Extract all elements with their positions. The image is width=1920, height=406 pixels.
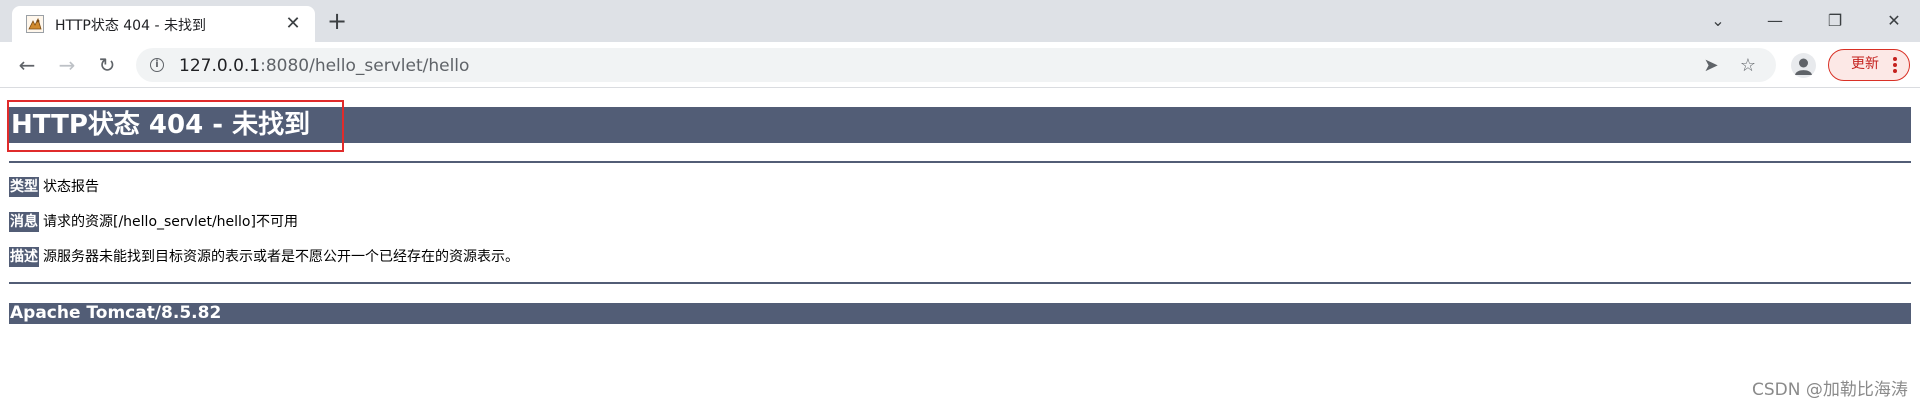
send-icon[interactable]: ➤ — [1700, 55, 1722, 77]
forward-arrow-icon[interactable]: → — [52, 50, 82, 80]
tab-search-chevron-icon[interactable]: ⌄ — [1703, 8, 1733, 34]
message-value: 请求的资源[/hello_servlet/hello]不可用 — [43, 214, 298, 230]
server-version-footer: Apache Tomcat/8.5.82 — [9, 303, 1911, 324]
browser-tab[interactable]: HTTP状态 404 - 未找到 ✕ — [12, 6, 315, 42]
watermark: CSDN @加勒比海涛 — [1752, 380, 1908, 400]
type-value: 状态报告 — [43, 179, 99, 195]
window-close-icon[interactable]: ✕ — [1879, 8, 1909, 34]
minimize-icon[interactable]: — — [1760, 8, 1790, 34]
profile-avatar-icon[interactable] — [1791, 53, 1816, 78]
browser-toolbar: ← → ↻ i 127.0.0.1:8080/hello_servlet/hel… — [0, 42, 1920, 88]
back-arrow-icon[interactable]: ← — [12, 50, 42, 80]
url-path: :8080/hello_servlet/hello — [260, 56, 470, 76]
divider — [9, 161, 1911, 163]
reload-icon[interactable]: ↻ — [92, 50, 122, 80]
divider — [9, 282, 1911, 284]
tomcat-icon — [26, 15, 44, 33]
site-info-icon[interactable]: i — [150, 58, 164, 72]
url-host: 127.0.0.1 — [179, 56, 261, 76]
type-label: 类型 — [9, 177, 39, 197]
restore-icon[interactable]: ❐ — [1820, 8, 1850, 34]
page-content: HTTP状态 404 - 未找到 类型 状态报告 消息 请求的资源[/hello_s… — [0, 89, 1920, 406]
menu-kebab-icon[interactable] — [1893, 57, 1899, 73]
bookmark-star-icon[interactable]: ☆ — [1737, 55, 1759, 77]
tab-title: HTTP状态 404 - 未找到 — [55, 18, 206, 34]
update-button-label: 更新 — [1851, 56, 1879, 72]
description-label: 描述 — [9, 247, 39, 267]
tab-close-icon[interactable]: ✕ — [283, 14, 303, 34]
address-bar[interactable]: i 127.0.0.1:8080/hello_servlet/hello ➤ ☆ — [136, 48, 1776, 82]
message-row: 消息 请求的资源[/hello_servlet/hello]不可用 — [9, 212, 298, 232]
type-row: 类型 状态报告 — [9, 177, 99, 197]
highlight-box — [7, 100, 344, 152]
url-text[interactable]: 127.0.0.1:8080/hello_servlet/hello — [179, 56, 469, 76]
description-value: 源服务器未能找到目标资源的表示或者是不愿公开一个已经存在的资源表示。 — [43, 249, 519, 265]
tab-strip: HTTP状态 404 - 未找到 ✕ + ⌄ — ❐ ✕ — [0, 0, 1920, 42]
message-label: 消息 — [9, 212, 39, 232]
new-tab-button[interactable]: + — [323, 9, 351, 35]
description-row: 描述 源服务器未能找到目标资源的表示或者是不愿公开一个已经存在的资源表示。 — [9, 247, 519, 267]
